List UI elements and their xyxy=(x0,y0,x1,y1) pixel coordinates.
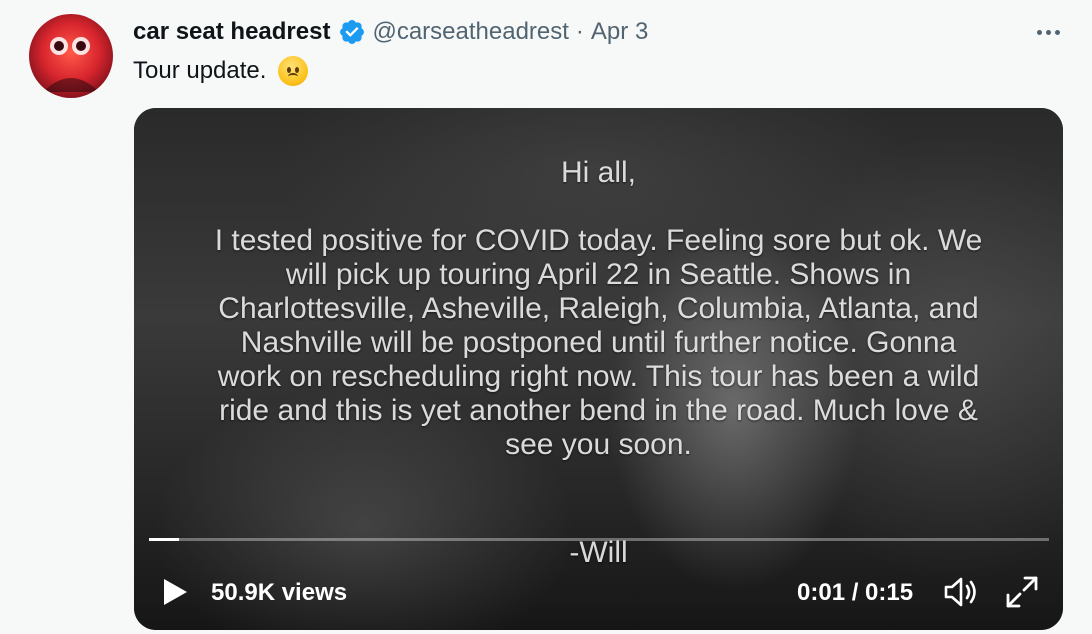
avatar[interactable] xyxy=(29,14,113,98)
worried-face-emoji xyxy=(278,56,309,86)
verified-badge-icon xyxy=(338,18,366,46)
volume-icon[interactable] xyxy=(942,574,980,610)
tweet-date[interactable]: Apr 3 xyxy=(591,18,648,46)
author-name[interactable]: car seat headrest xyxy=(133,18,330,46)
separator-dot: · xyxy=(575,18,584,45)
video-progress-fill xyxy=(149,538,179,541)
author-handle[interactable]: @carseatheadrest xyxy=(372,18,568,46)
view-count: 50.9K views xyxy=(211,579,348,606)
video-message: Hi all, I tested positive for COVID toda… xyxy=(134,156,1063,569)
avatar-image xyxy=(43,37,99,92)
more-horizontal-icon[interactable] xyxy=(1031,20,1065,44)
message-greeting: Hi all, xyxy=(560,156,636,189)
video-progress-bar[interactable] xyxy=(149,538,1049,541)
tweet-header: car seat headrest @carseatheadrest · Apr… xyxy=(133,16,648,48)
video-player[interactable]: Hi all, I tested positive for COVID toda… xyxy=(134,108,1063,630)
time-display: 0:01 / 0:15 xyxy=(797,579,914,606)
message-signoff: -Will xyxy=(569,536,628,569)
message-body: I tested positive for COVID today. Feeli… xyxy=(214,224,983,461)
fullscreen-icon[interactable] xyxy=(1004,574,1040,610)
video-controls: 50.9K views 0:01 / 0:15 xyxy=(134,570,1063,614)
play-icon[interactable] xyxy=(162,578,188,606)
tweet-text-content: Tour update. xyxy=(133,57,267,84)
tweet-text: Tour update. xyxy=(133,54,309,88)
